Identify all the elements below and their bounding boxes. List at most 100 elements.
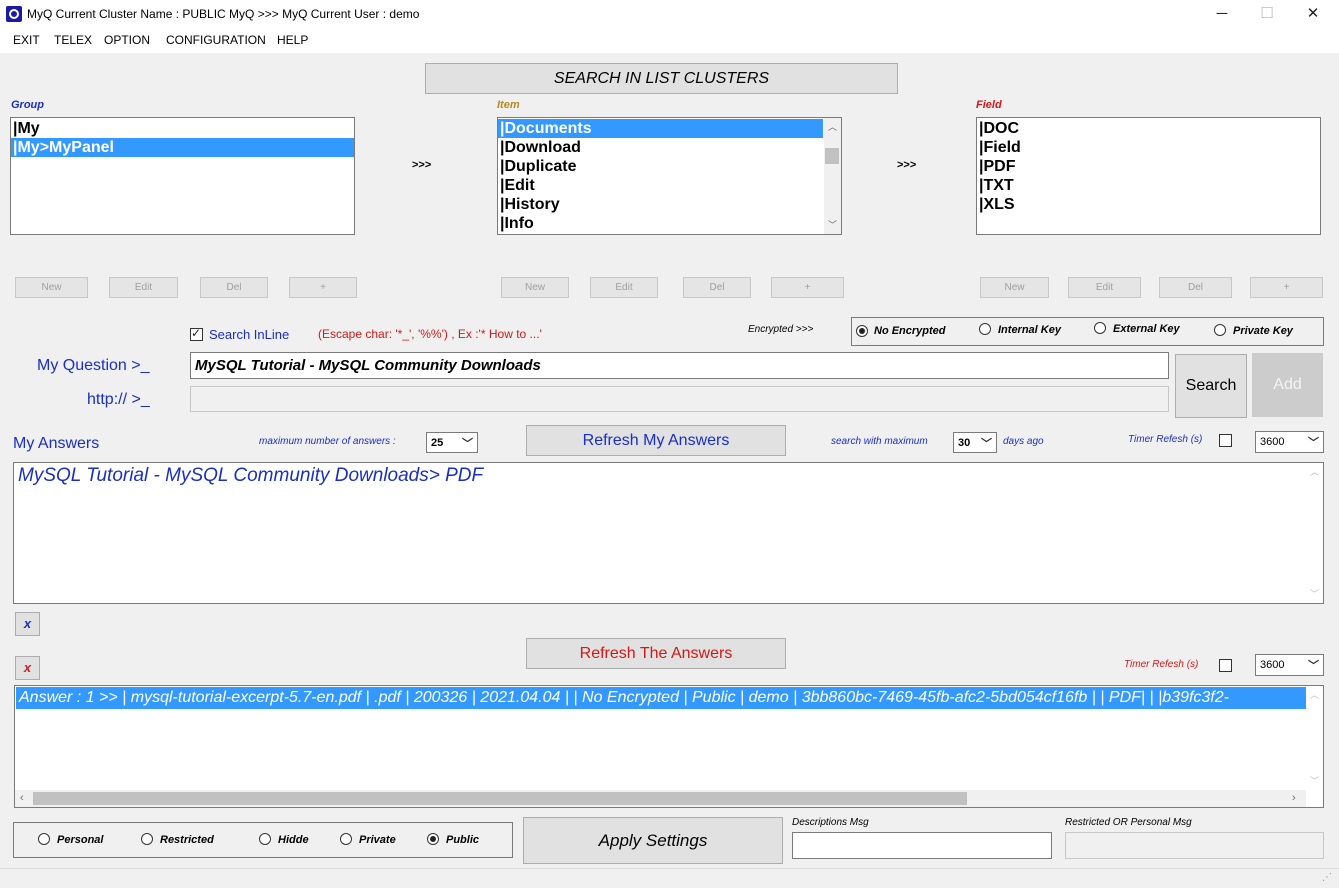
field-item[interactable]: |PDF (977, 157, 1320, 176)
field-new-button[interactable]: New (980, 277, 1049, 298)
group-edit-button[interactable]: Edit (109, 277, 178, 298)
item-entry[interactable]: |Duplicate (498, 157, 841, 176)
timer-refresh-checkbox[interactable] (1219, 434, 1232, 447)
scroll-down-icon[interactable]: ﹀ (1310, 774, 1319, 787)
field-add-button[interactable]: + (1250, 277, 1323, 298)
answers-scrollbar[interactable]: ︿ ﹀ (1306, 463, 1323, 603)
search-button[interactable]: Search (1175, 354, 1247, 418)
field-del-button[interactable]: Del (1159, 277, 1232, 298)
menu-telex[interactable]: TELEX (54, 33, 92, 47)
timer-refresh-label-2: Timer Refesh (s) (1124, 659, 1199, 670)
item-entry[interactable]: |Edit (498, 176, 841, 195)
item-entry-selected[interactable]: |Documents (498, 119, 823, 138)
hscroll-thumb[interactable] (33, 792, 967, 805)
descriptions-msg-input[interactable] (792, 832, 1052, 859)
group-item-selected[interactable]: |My>MyPanel (11, 138, 354, 157)
minimize-button[interactable]: ─ (1199, 0, 1245, 29)
question-label: My Question >_ (37, 357, 150, 374)
maximize-button[interactable]: ☐ (1244, 0, 1290, 29)
timer-refresh-select-2[interactable]: 3600 ﹀ (1255, 654, 1324, 676)
restricted-msg-label: Restricted OR Personal Msg (1065, 817, 1192, 828)
group-del-button[interactable]: Del (200, 277, 268, 298)
answers-list-vscroll[interactable]: ︿ ﹀ (1306, 686, 1323, 790)
scroll-right-icon[interactable]: › (1292, 792, 1296, 804)
timer-refresh-value-2: 3600 (1260, 659, 1285, 671)
radio-private[interactable] (340, 833, 352, 845)
radio-private-key[interactable] (1214, 324, 1226, 336)
field-item[interactable]: |DOC (977, 119, 1320, 138)
radio-internal-key[interactable] (979, 323, 991, 335)
menu-help[interactable]: HELP (277, 33, 308, 47)
radio-restricted-label: Restricted (160, 834, 214, 846)
group-listbox[interactable]: |My |My>MyPanel (10, 117, 355, 235)
days-select[interactable]: 30 ﹀ (953, 432, 997, 453)
my-answers-label: My Answers (13, 435, 100, 452)
menu-configuration[interactable]: CONFIGURATION (166, 33, 266, 47)
days-value: 30 (958, 437, 971, 449)
clear-my-answers-button[interactable]: x (15, 612, 40, 636)
scroll-left-icon[interactable]: ‹ (20, 792, 24, 804)
radio-hidde[interactable] (259, 833, 271, 845)
apply-settings-button[interactable]: Apply Settings (523, 817, 783, 864)
scroll-down-icon[interactable]: ﹀ (1310, 587, 1319, 600)
search-clusters-button[interactable]: SEARCH IN LIST CLUSTERS (425, 63, 898, 94)
clear-the-answers-button[interactable]: x (15, 656, 40, 680)
item-add-button[interactable]: + (771, 277, 844, 298)
radio-restricted[interactable] (141, 833, 153, 845)
field-listbox[interactable]: |DOC |Field |PDF |TXT |XLS (976, 117, 1321, 235)
item-scrollbar[interactable]: ︿ ﹀ (824, 118, 841, 234)
radio-personal[interactable] (38, 833, 50, 845)
scroll-thumb[interactable] (825, 148, 839, 164)
answers-list-hscroll[interactable]: ‹ › (15, 790, 1306, 807)
refresh-the-answers-button[interactable]: Refresh The Answers (526, 638, 786, 669)
search-inline-label: Search InLine (209, 327, 290, 342)
the-answers-listbox[interactable]: Answer : 1 >> | mysql-tutorial-excerpt-5… (14, 685, 1324, 808)
item-entry[interactable]: |Download (498, 138, 841, 157)
radio-internal-key-label: Internal Key (998, 324, 1061, 336)
timer-refresh-select[interactable]: 3600 ﹀ (1255, 431, 1324, 453)
answer-row-selected[interactable]: Answer : 1 >> | mysql-tutorial-excerpt-5… (16, 687, 1307, 709)
question-input-value: MySQL Tutorial - MySQL Community Downloa… (195, 357, 541, 374)
http-input[interactable] (190, 386, 1169, 412)
field-item[interactable]: |TXT (977, 176, 1320, 195)
chevron-down-icon: ﹀ (981, 438, 992, 450)
group-new-button[interactable]: New (15, 277, 88, 298)
radio-external-key[interactable] (1094, 322, 1106, 334)
add-button[interactable]: Add (1252, 353, 1323, 417)
scroll-down-icon[interactable]: ﹀ (828, 218, 837, 231)
radio-public[interactable] (427, 833, 439, 845)
item-listbox[interactable]: |Documents |Download |Duplicate |Edit |H… (497, 117, 842, 235)
restricted-msg-input[interactable] (1065, 832, 1324, 859)
group-item[interactable]: |My (11, 119, 354, 138)
scroll-up-icon[interactable]: ︿ (1310, 688, 1319, 701)
question-input[interactable]: MySQL Tutorial - MySQL Community Downloa… (190, 352, 1169, 379)
field-item[interactable]: |Field (977, 138, 1320, 157)
radio-no-encrypted[interactable] (856, 325, 868, 337)
resize-grip-icon[interactable]: ⋰ (1322, 872, 1332, 883)
radio-no-encrypted-label: No Encrypted (874, 325, 946, 337)
menu-option[interactable]: OPTION (104, 33, 150, 47)
item-new-button[interactable]: New (501, 277, 569, 298)
item-entry[interactable]: |History (498, 195, 841, 214)
scroll-up-icon[interactable]: ︿ (828, 120, 837, 133)
chevron-down-icon: ﹀ (1308, 437, 1319, 449)
max-answers-label: maximum number of answers : (259, 436, 396, 447)
item-edit-button[interactable]: Edit (590, 277, 658, 298)
item-entry[interactable]: |Info (498, 214, 841, 233)
timer-refresh-checkbox-2[interactable] (1219, 659, 1232, 672)
group-add-button[interactable]: + (289, 277, 357, 298)
my-answers-textarea[interactable]: MySQL Tutorial - MySQL Community Downloa… (13, 462, 1324, 604)
close-button[interactable]: ✕ (1290, 0, 1336, 29)
menu-exit[interactable]: EXIT (13, 33, 40, 47)
item-label: Item (497, 99, 520, 111)
item-del-button[interactable]: Del (683, 277, 751, 298)
scroll-up-icon[interactable]: ︿ (1310, 465, 1319, 478)
radio-private-label: Private (359, 834, 396, 846)
refresh-my-answers-button[interactable]: Refresh My Answers (526, 425, 786, 456)
encrypted-label: Encrypted >>> (748, 324, 814, 335)
max-answers-select[interactable]: 25 ﹀ (426, 432, 478, 453)
window-title: MyQ Current Cluster Name : PUBLIC MyQ >>… (27, 7, 420, 21)
search-inline-checkbox[interactable] (190, 326, 203, 341)
field-item[interactable]: |XLS (977, 195, 1320, 214)
field-edit-button[interactable]: Edit (1068, 277, 1141, 298)
